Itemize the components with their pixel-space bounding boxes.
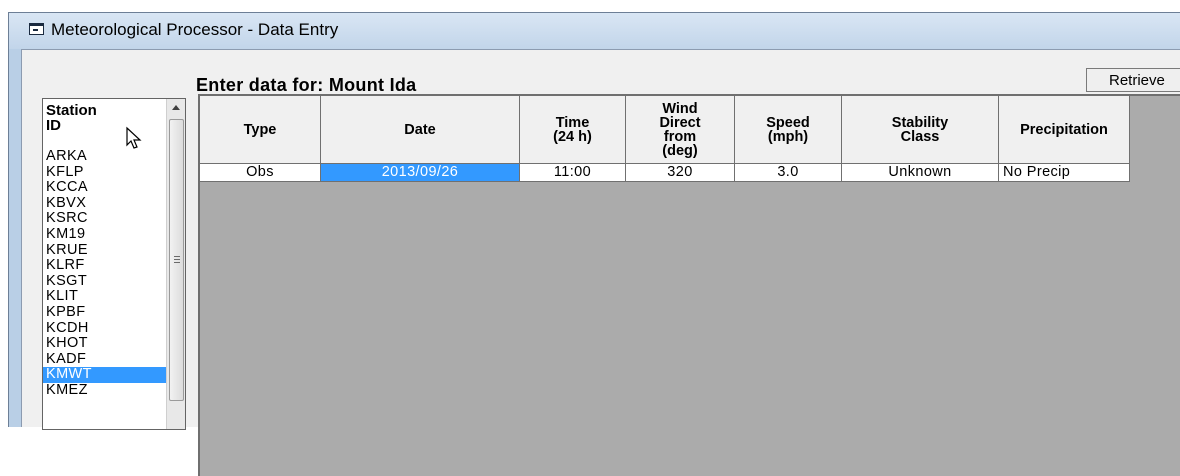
station-item[interactable]: KCDH bbox=[43, 320, 167, 337]
table-row[interactable]: Obs 2013/09/26 11:00 320 3.0 Unknown No Precip bbox=[200, 164, 1130, 182]
column-header[interactable]: Date bbox=[321, 96, 520, 164]
column-header[interactable]: Wind Direct from (deg) bbox=[626, 96, 735, 164]
station-item[interactable]: KRUE bbox=[43, 242, 167, 259]
scroll-thumb[interactable] bbox=[169, 119, 184, 401]
observation-grid: Type Date Time (24 h) Wind Direct from (deg… bbox=[198, 94, 1180, 476]
station-item[interactable]: KADF bbox=[43, 351, 167, 368]
station-item[interactable]: KMWT bbox=[43, 367, 167, 383]
application-window: Meteorological Processor - Data Entry En… bbox=[8, 12, 1180, 476]
table-cell[interactable]: Unknown bbox=[842, 164, 999, 182]
window-app-icon bbox=[29, 23, 44, 35]
station-item[interactable]: KLIT bbox=[43, 289, 167, 305]
table-cell[interactable]: 320 bbox=[626, 164, 735, 182]
station-item[interactable]: KPBF bbox=[43, 304, 167, 321]
column-header[interactable]: Speed (mph) bbox=[735, 96, 842, 164]
station-item[interactable]: ARKA bbox=[43, 148, 167, 165]
station-item[interactable]: KMEZ bbox=[43, 382, 167, 399]
mouse-pointer-icon bbox=[126, 126, 142, 149]
grid-header: Type Date Time (24 h) Wind Direct from (deg… bbox=[200, 96, 1130, 164]
station-item[interactable]: KLRF bbox=[43, 258, 167, 274]
column-header[interactable]: Stability Class bbox=[842, 96, 999, 164]
station-item[interactable]: KCCA bbox=[43, 180, 167, 196]
station-item[interactable]: KFLP bbox=[43, 164, 167, 181]
page-title: Enter data for: Mount Ida bbox=[196, 75, 417, 95]
table-cell[interactable]: Obs bbox=[200, 164, 321, 182]
data-entry-panel: Enter data for: Mount Ida Retrieve Stati… bbox=[21, 49, 1180, 476]
station-list-header: Station ID bbox=[46, 102, 97, 134]
column-header[interactable]: Time (24 h) bbox=[520, 96, 626, 164]
table-cell[interactable]: 3.0 bbox=[735, 164, 842, 182]
station-item[interactable]: KSRC bbox=[43, 211, 167, 227]
station-items: ARKA KFLP KCCA KBVX KSRC KM19 KRUE KLRF KSGT KLIT… bbox=[43, 148, 167, 399]
station-item[interactable]: KBVX bbox=[43, 195, 167, 212]
station-item[interactable]: KSGT bbox=[43, 273, 167, 290]
retrieve-button[interactable]: Retrieve bbox=[1086, 68, 1180, 92]
station-list[interactable]: Station ID ARKA KFLP KCCA KBVX KSRC KM19 KRUE K… bbox=[42, 98, 186, 430]
station-item[interactable]: KM19 bbox=[43, 226, 167, 243]
station-list-scrollbar[interactable] bbox=[166, 99, 185, 429]
table-cell[interactable]: 11:00 bbox=[520, 164, 626, 182]
title-bar[interactable]: Meteorological Processor - Data Entry bbox=[9, 13, 1180, 49]
window-title: Meteorological Processor - Data Entry bbox=[51, 20, 339, 39]
station-item[interactable]: KHOT bbox=[43, 336, 167, 352]
column-header[interactable]: Precipitation bbox=[999, 96, 1130, 164]
scroll-up-arrow-icon[interactable] bbox=[167, 99, 185, 117]
table-cell[interactable]: 2013/09/26 bbox=[321, 164, 520, 182]
column-header[interactable]: Type bbox=[200, 96, 321, 164]
table-cell[interactable]: No Precip bbox=[999, 164, 1130, 182]
